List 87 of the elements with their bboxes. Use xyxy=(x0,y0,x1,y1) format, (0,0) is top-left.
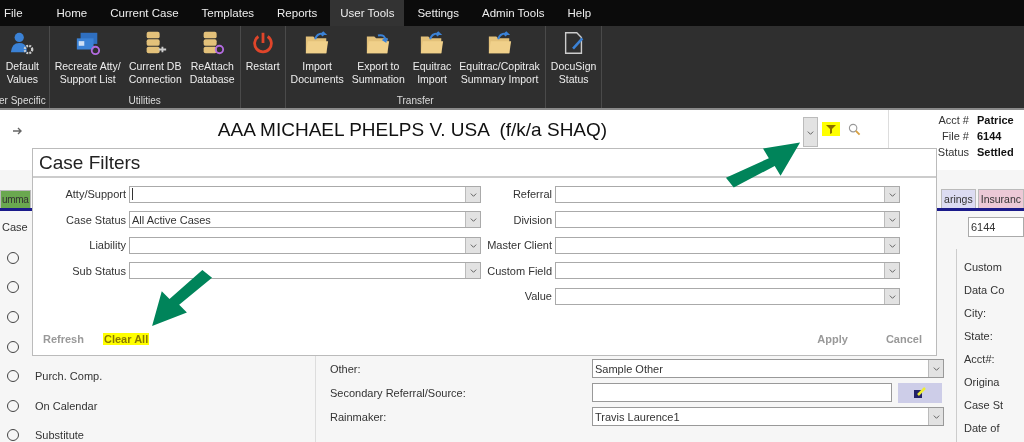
field-label: Other: xyxy=(330,362,362,375)
field-label: City: xyxy=(964,307,987,319)
caret-icon xyxy=(468,215,478,224)
filter-label: Liability xyxy=(88,239,127,251)
filter-label: Referral xyxy=(511,188,553,200)
radio-label: Substitute xyxy=(35,429,84,442)
menu-item[interactable]: Settings xyxy=(407,0,469,26)
caret-icon xyxy=(931,412,941,421)
filter-label: Master Client xyxy=(486,239,553,251)
menu-item[interactable]: Current Case xyxy=(100,0,189,26)
ribbon-button[interactable]: ReAttach Database xyxy=(187,30,237,95)
ribbon-button[interactable]: Current DB Connection xyxy=(126,30,184,95)
menu-item[interactable]: Home xyxy=(46,0,98,26)
field-label: Secondary Referral/Source: xyxy=(330,386,467,399)
filter-dropdown[interactable] xyxy=(555,211,900,228)
field-label: State: xyxy=(964,330,994,342)
ribbon-button[interactable]: Restart xyxy=(243,30,282,108)
menu-item[interactable]: Reports xyxy=(267,0,328,26)
filter-dropdown[interactable] xyxy=(555,287,900,305)
filter-label: Division xyxy=(512,213,553,226)
radio-label: Purch. Comp. xyxy=(35,370,103,383)
folder-arrow-icon xyxy=(304,30,331,56)
caret-icon xyxy=(468,266,478,275)
forward-arrow-icon[interactable] xyxy=(12,126,24,136)
filter-dropdown[interactable] xyxy=(555,236,900,254)
tab[interactable]: umma xyxy=(0,190,31,208)
user-gear-icon xyxy=(9,30,36,56)
radio-label: On Calendar xyxy=(35,399,98,412)
case-number-field[interactable]: 6144 xyxy=(968,217,1024,237)
field-label: Case xyxy=(2,221,28,233)
info-label: Status xyxy=(936,146,969,158)
caret-icon xyxy=(887,266,897,275)
ribbon-button[interactable]: Recreate Atty/ Support List xyxy=(52,30,123,95)
field-label: Date of xyxy=(964,422,1001,434)
ribbon-button[interactable]: Export to Summation xyxy=(349,30,407,95)
filter-dropdown[interactable] xyxy=(129,236,481,254)
field-label: Custom xyxy=(964,261,1003,273)
id-cards-icon xyxy=(74,30,101,56)
info-value: Settled xyxy=(977,146,1014,158)
tab[interactable]: Insuranc xyxy=(977,189,1024,208)
ribbon-button[interactable]: DocuSign Status xyxy=(548,30,599,108)
info-value: 6144 xyxy=(977,130,1002,142)
field-label: Data Co xyxy=(964,284,1006,296)
info-label: File # xyxy=(941,130,969,142)
caret-icon xyxy=(931,364,941,373)
info-label: Acct # xyxy=(937,114,969,126)
folder-arrow-icon xyxy=(419,30,446,56)
text-field[interactable] xyxy=(592,383,892,402)
filter-dropdown[interactable] xyxy=(129,262,481,279)
case-title: AAA MICHAEL PHELPS V. USA (f/k/a SHAQ) xyxy=(216,119,609,141)
field-label: Origina xyxy=(964,376,1001,388)
menu-item[interactable]: Help xyxy=(557,0,602,26)
ribbon-button[interactable]: Import Documents xyxy=(288,30,346,95)
filter-dropdown[interactable]: All Active Cases xyxy=(129,211,481,228)
ribbon-button[interactable]: Default Values xyxy=(3,30,41,95)
caret-icon xyxy=(887,215,897,224)
group-label: Transfer xyxy=(396,95,434,108)
dropdown[interactable]: Sample Other xyxy=(592,359,944,378)
ribbon-button[interactable]: Equitrac Import xyxy=(410,30,454,95)
menu-item[interactable]: User Tools xyxy=(330,0,405,26)
tab[interactable]: arings xyxy=(941,189,976,208)
filter-button[interactable] xyxy=(822,122,840,136)
field-label: Rainmaker: xyxy=(330,410,388,423)
action-link[interactable]: Clear All xyxy=(102,333,150,345)
filter-label: Case Status xyxy=(65,213,127,226)
filter-label: Value xyxy=(523,290,553,302)
filter-label: Atty/Support xyxy=(64,188,127,200)
group-label: Utilities xyxy=(128,95,161,108)
filter-label: Custom Field xyxy=(486,264,553,277)
menu-item[interactable]: Admin Tools xyxy=(472,0,555,26)
dropdown[interactable]: Travis Laurence1 xyxy=(592,407,944,426)
field-label: Case St xyxy=(964,399,1005,411)
folder-arrow-icon xyxy=(486,30,513,56)
filter-label: Sub Status xyxy=(71,264,127,277)
filter-dropdown[interactable] xyxy=(129,185,481,203)
ribbon-button[interactable]: Equitrac/Copitrak Summary Import xyxy=(457,30,542,95)
field-label: Acct#: xyxy=(964,353,996,365)
edit-button[interactable] xyxy=(898,382,942,403)
search-icon[interactable] xyxy=(848,123,861,136)
menu-item[interactable]: Templates xyxy=(191,0,265,26)
filter-icon xyxy=(825,123,837,135)
pencil-icon xyxy=(913,385,927,400)
filter-dropdown[interactable] xyxy=(555,262,900,279)
info-value: Patrice xyxy=(977,114,1014,126)
menu-item[interactable]: File xyxy=(0,0,33,26)
group-label: er Specific xyxy=(0,95,46,108)
filter-dropdown[interactable] xyxy=(555,185,900,203)
